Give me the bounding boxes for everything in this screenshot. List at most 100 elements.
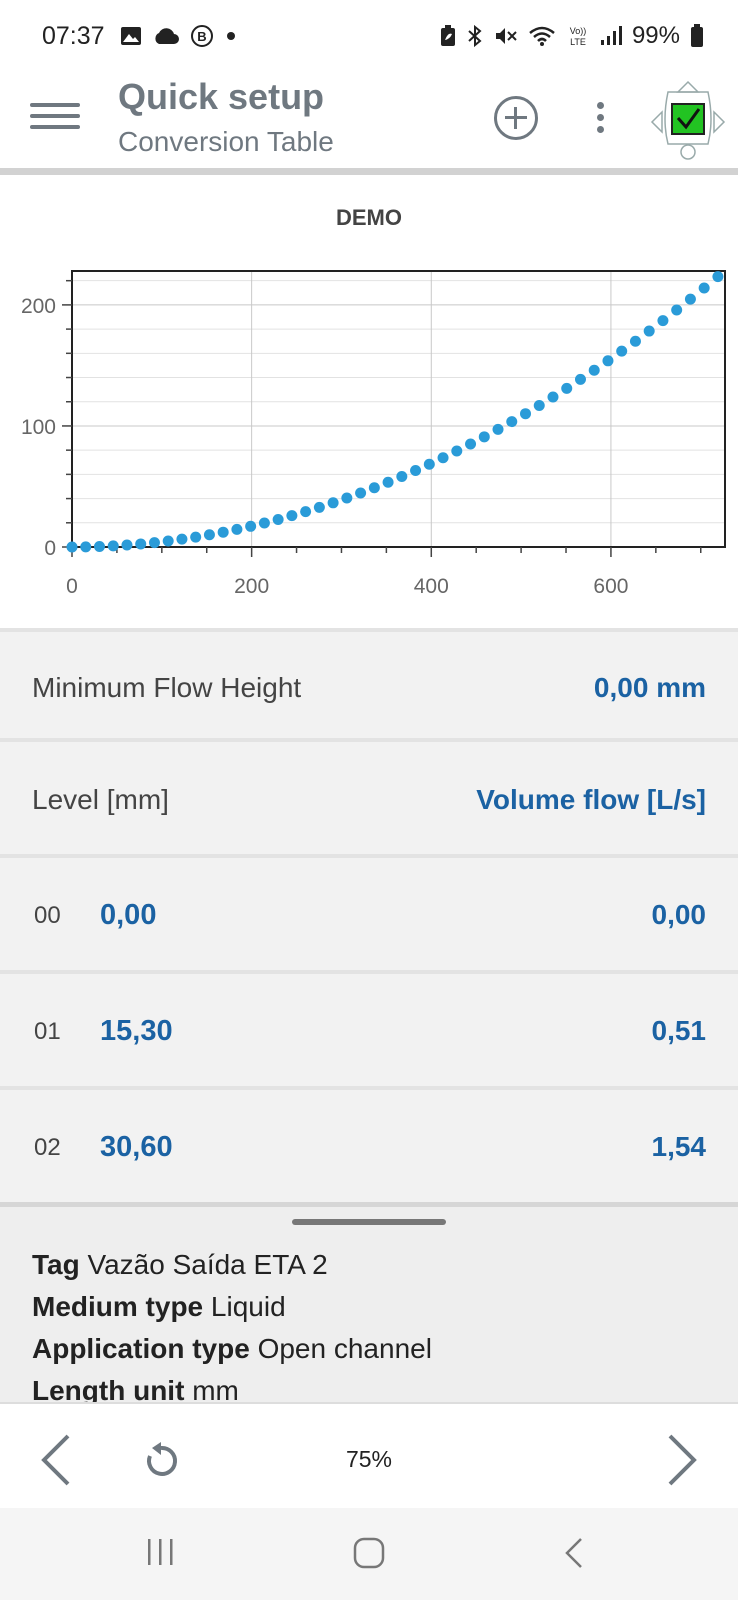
plot-frame xyxy=(71,270,726,548)
svg-text:B: B xyxy=(197,29,206,44)
dot-icon xyxy=(227,32,235,40)
row-level[interactable]: 30,60 xyxy=(100,1131,173,1164)
data-point xyxy=(506,416,518,428)
data-point xyxy=(478,431,490,443)
table-row[interactable]: 01 15,30 0,51 xyxy=(0,974,738,1086)
data-point xyxy=(574,373,586,385)
data-point xyxy=(231,523,243,535)
data-point xyxy=(382,476,394,488)
data-point xyxy=(258,517,270,529)
row-level[interactable]: 15,30 xyxy=(100,1015,173,1048)
data-point xyxy=(217,526,229,538)
conversion-chart: 0 200 400 600 0 100 200 xyxy=(21,270,726,598)
length-label: Length unit xyxy=(32,1375,185,1402)
data-point xyxy=(629,335,641,347)
y-tick-label: 100 xyxy=(21,416,56,439)
page-subtitle: Conversion Table xyxy=(118,126,334,157)
row-flow[interactable]: 1,54 xyxy=(652,1131,707,1163)
device-info-panel[interactable]: Tag Vazão Saída ETA 2 Medium type Liquid… xyxy=(0,1207,738,1402)
data-point xyxy=(712,271,724,283)
data-point xyxy=(190,531,202,543)
application-label: Application type xyxy=(32,1333,250,1364)
data-point xyxy=(355,487,367,499)
data-point xyxy=(561,382,573,394)
row-level[interactable]: 0,00 xyxy=(100,899,156,932)
row-flow[interactable]: 0,00 xyxy=(652,899,707,931)
data-point xyxy=(520,408,532,420)
table-row[interactable]: 00 0,00 0,00 xyxy=(0,858,738,970)
row-flow[interactable]: 0,51 xyxy=(652,1015,707,1047)
battery-percent: 99% xyxy=(631,22,680,49)
wifi-icon xyxy=(529,26,555,46)
table-header: Level [mm] Volume flow [L/s] xyxy=(0,742,738,854)
data-point xyxy=(423,458,435,470)
data-point xyxy=(602,355,614,367)
data-point xyxy=(286,510,298,522)
svg-text:LTE: LTE xyxy=(570,37,586,47)
cloud-icon xyxy=(155,28,179,44)
data-point xyxy=(135,538,147,550)
data-point xyxy=(121,539,133,551)
data-point xyxy=(396,470,408,482)
table-row[interactable]: 02 30,60 1,54 xyxy=(0,1090,738,1202)
data-point xyxy=(107,540,119,552)
status-time: 07:37 xyxy=(42,22,105,50)
app-bar-divider xyxy=(0,168,738,175)
data-point xyxy=(176,533,188,545)
data-point xyxy=(465,438,477,450)
data-point xyxy=(162,535,174,547)
b-badge-icon: B xyxy=(191,25,213,47)
battery-saver-icon xyxy=(440,25,455,46)
tag-label: Tag xyxy=(32,1249,80,1280)
data-point xyxy=(300,506,312,518)
medium-label: Medium type xyxy=(32,1291,204,1322)
row-index: 02 xyxy=(34,1134,61,1161)
chart-area: DEMO 0 200 400 600 0 100 200 xyxy=(0,175,738,628)
data-point xyxy=(148,537,160,549)
data-point xyxy=(616,345,628,357)
x-tick-label: 0 xyxy=(66,575,78,598)
gallery-icon xyxy=(121,27,141,45)
data-point xyxy=(547,391,559,403)
data-point xyxy=(643,325,655,337)
system-nav-bar xyxy=(0,1508,738,1600)
row-index: 00 xyxy=(34,902,61,929)
back-icon[interactable] xyxy=(562,1536,586,1570)
data-point xyxy=(437,452,449,464)
data-point xyxy=(410,464,422,476)
drag-handle[interactable] xyxy=(292,1219,446,1225)
next-icon[interactable] xyxy=(664,1432,700,1488)
application-value: Open channel xyxy=(257,1333,432,1364)
svg-text:Vo)): Vo)) xyxy=(570,26,587,36)
row-index: 01 xyxy=(34,1018,61,1045)
volte-icon: Vo))LTE xyxy=(570,26,587,47)
tag-value: Vazão Saída ETA 2 xyxy=(87,1249,328,1280)
min-flow-value[interactable]: 0,00 mm xyxy=(594,672,706,704)
menu-icon[interactable] xyxy=(30,96,80,136)
data-point xyxy=(245,520,257,532)
home-icon[interactable] xyxy=(352,1536,386,1570)
data-point xyxy=(492,423,504,435)
data-point xyxy=(368,482,380,494)
mute-icon xyxy=(495,28,517,44)
more-options-icon[interactable] xyxy=(590,98,610,138)
y-tick-label: 0 xyxy=(44,537,56,560)
recent-apps-icon[interactable] xyxy=(146,1538,176,1566)
data-point xyxy=(272,513,284,525)
data-point xyxy=(313,501,325,513)
status-bar: 07:37 B Vo)) LTE 99% xyxy=(0,0,738,76)
progress-percent: 75% xyxy=(345,1446,393,1472)
data-point xyxy=(698,282,710,294)
medium-value: Liquid xyxy=(210,1291,286,1322)
data-point xyxy=(451,445,463,457)
data-point xyxy=(657,315,669,327)
min-flow-row[interactable]: Minimum Flow Height 0,00 mm xyxy=(0,632,738,738)
x-tick-label: 200 xyxy=(234,575,269,598)
device-status-icon[interactable] xyxy=(650,80,726,160)
data-point xyxy=(203,529,215,541)
data-point xyxy=(671,304,683,316)
add-icon[interactable] xyxy=(494,96,538,140)
min-flow-label: Minimum Flow Height xyxy=(32,672,302,703)
medium-line: Medium type Liquid xyxy=(32,1291,286,1323)
data-point xyxy=(93,541,105,553)
